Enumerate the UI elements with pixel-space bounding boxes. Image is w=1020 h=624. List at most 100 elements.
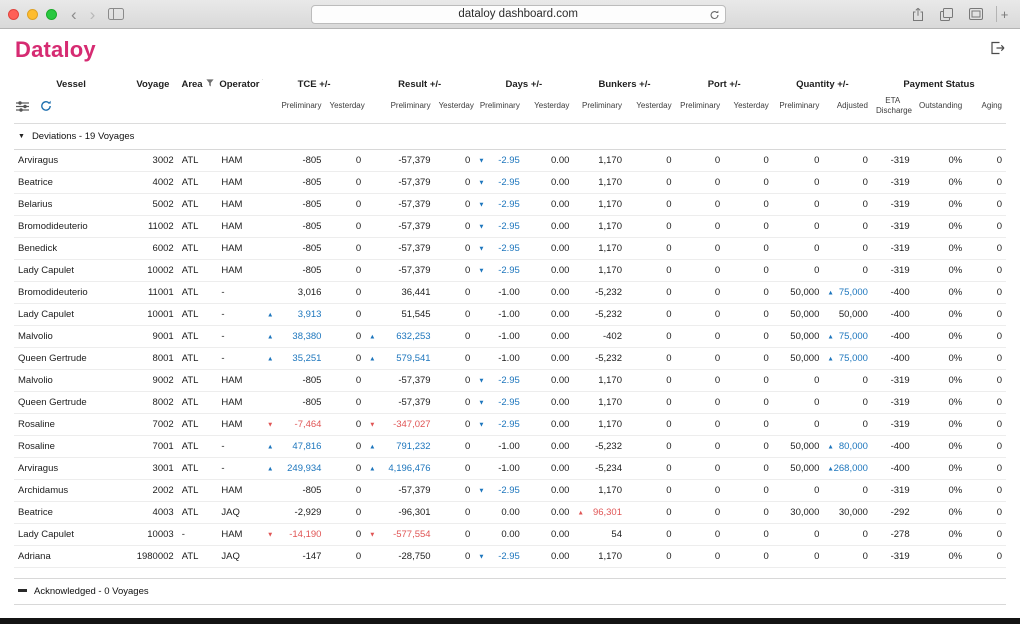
cell-tce-yesterday: 0 [325, 348, 365, 370]
column-subheader-row: Preliminary Yesterday Preliminary Yester… [14, 94, 1006, 124]
subheader-result-yesterday[interactable]: Yesterday [435, 94, 475, 124]
sidebar-toggle-icon[interactable] [105, 8, 127, 20]
col-header-area-label: Area [181, 79, 202, 90]
new-tab-icon[interactable]: + [996, 6, 1012, 22]
table-row[interactable]: Rosaline7001ATL-▲47,8160▲791,2320-1.000.… [14, 436, 1006, 458]
tab-overview-icon[interactable] [966, 8, 986, 20]
subheader-bunkers-yesterday[interactable]: Yesterday [626, 94, 676, 124]
reload-icon[interactable] [709, 9, 720, 24]
cell-value: 0% [948, 177, 962, 188]
cell-result-yesterday: 0 [435, 502, 475, 524]
cell-operator: HAM [217, 480, 263, 502]
cell-value: ATL [182, 507, 199, 518]
table-tools [14, 94, 263, 124]
table-row[interactable]: Rosaline7002ATLHAM▼-7,4640▼-347,0270▼-2.… [14, 414, 1006, 436]
table-row[interactable]: Arviragus3001ATL-▲249,9340▲4,196,4760-1.… [14, 458, 1006, 480]
table-row[interactable]: Queen Gertrude8002ATLHAM-8050-57,3790▼-2… [14, 392, 1006, 414]
table-row[interactable]: Archidamus2002ATLHAM-8050-57,3790▼-2.950… [14, 480, 1006, 502]
subheader-bunkers-preliminary[interactable]: Preliminary [573, 94, 626, 124]
cell-value: 0 [863, 155, 868, 166]
subheader-tce-preliminary[interactable]: Preliminary [263, 94, 325, 124]
table-row[interactable]: Queen Gertrude8001ATL-▲35,2510▲579,5410-… [14, 348, 1006, 370]
subheader-tce-yesterday[interactable]: Yesterday [325, 94, 365, 124]
subheader-outstanding[interactable]: Outstanding [914, 94, 967, 124]
section-header-deviations[interactable]: ▼Deviations - 19 Voyages [14, 124, 1006, 150]
zoom-window-button[interactable] [46, 9, 57, 20]
table-row[interactable]: Belarius5002ATLHAM-8050-57,3790▼-2.950.0… [14, 194, 1006, 216]
col-header-voyage[interactable]: Voyage [128, 71, 178, 94]
cell-bunkers-yesterday: 0 [626, 238, 676, 260]
cell-value: -805 [302, 177, 321, 188]
filter-icon[interactable] [262, 79, 263, 90]
subheader-days-yesterday[interactable]: Yesterday [524, 94, 574, 124]
cell-port-preliminary: 0 [676, 392, 725, 414]
cell-value: Archidamus [18, 485, 68, 496]
address-bar[interactable]: dataloy dashboard.com [311, 5, 726, 24]
subheader-result-preliminary[interactable]: Preliminary [365, 94, 434, 124]
cell-operator: - [217, 436, 263, 458]
cell-outstanding: 0% [914, 304, 967, 326]
cell-aging: 0 [966, 436, 1006, 458]
cell-value: 0 [666, 155, 671, 166]
table-row[interactable]: Beatrice4002ATLHAM-8050-57,3790▼-2.950.0… [14, 172, 1006, 194]
sign-out-icon[interactable] [990, 41, 1005, 60]
subheader-days-preliminary[interactable]: Preliminary [474, 94, 524, 124]
col-header-payment-status[interactable]: Payment Status [872, 71, 1006, 94]
table-row[interactable]: Arviragus3002ATLHAM-8050-57,3790▼-2.950.… [14, 150, 1006, 172]
minimize-window-button[interactable] [27, 9, 38, 20]
col-header-bunkers[interactable]: Bunkers +/- [573, 71, 675, 94]
cell-value: JAQ [221, 507, 239, 518]
col-header-operator[interactable]: Operator [217, 71, 263, 94]
subheader-eta-discharge[interactable]: ETA Discharge [872, 94, 914, 124]
cell-quantity-adjusted: ▲268,000 [823, 458, 872, 480]
close-window-button[interactable] [8, 9, 19, 20]
cell-value: 0 [465, 375, 470, 386]
cell-port-preliminary: 0 [676, 546, 725, 568]
subheader-quantity-preliminary[interactable]: Preliminary [773, 94, 824, 124]
table-row[interactable]: Bromodideuterio11002ATLHAM-8050-57,3790▼… [14, 216, 1006, 238]
section-header-acknowledged[interactable]: Acknowledged - 0 Voyages [14, 578, 1006, 605]
col-header-tce[interactable]: TCE +/- [263, 71, 365, 94]
subheader-port-yesterday[interactable]: Yesterday [724, 94, 773, 124]
cell-result-preliminary: -57,379 [365, 392, 434, 414]
pages-icon[interactable] [937, 8, 956, 21]
cell-result-yesterday: 0 [435, 172, 475, 194]
table-row[interactable]: Adriana1980002ATLJAQ-1470-28,7500▼-2.950… [14, 546, 1006, 568]
cell-value: Bromodideuterio [18, 221, 88, 232]
col-header-area[interactable]: Area [178, 71, 218, 94]
col-header-days[interactable]: Days +/- [474, 71, 573, 94]
cell-tce-yesterday: 0 [325, 260, 365, 282]
subheader-port-preliminary[interactable]: Preliminary [676, 94, 725, 124]
cell-value: 0 [814, 243, 819, 254]
cell-tce-yesterday: 0 [325, 524, 365, 546]
table-row[interactable]: Malvolio9002ATLHAM-8050-57,3790▼-2.950.0… [14, 370, 1006, 392]
cell-value: ATL [182, 441, 199, 452]
subheader-quantity-adjusted[interactable]: Adjusted [823, 94, 872, 124]
cell-value: 3001 [153, 463, 174, 474]
table-row[interactable]: Benedick6002ATLHAM-8050-57,3790▼-2.950.0… [14, 238, 1006, 260]
table-row[interactable]: Beatrice4003ATLJAQ-2,9290-96,30100.000.0… [14, 502, 1006, 524]
table-row[interactable]: Bromodideuterio11001ATL-3,016036,4410-1.… [14, 282, 1006, 304]
col-header-port[interactable]: Port +/- [676, 71, 773, 94]
cell-value: 0 [715, 243, 720, 254]
cell-days-preliminary: ▼-2.95 [474, 260, 524, 282]
table-row[interactable]: Malvolio9001ATL-▲38,3800▲632,2530-1.000.… [14, 326, 1006, 348]
table-row[interactable]: Lady Capulet10002ATLHAM-8050-57,3790▼-2.… [14, 260, 1006, 282]
refresh-icon[interactable] [40, 100, 52, 112]
column-settings-icon[interactable] [16, 101, 29, 112]
forward-button[interactable]: › [87, 6, 99, 23]
filter-icon[interactable] [206, 79, 214, 90]
subheader-aging[interactable]: Aging [966, 94, 1006, 124]
table-row[interactable]: Lady Capulet10001ATL-▲3,913051,5450-1.00… [14, 304, 1006, 326]
table-row[interactable]: Lady Capulet10003-HAM▼-14,1900▼-577,5540… [14, 524, 1006, 546]
cell-value: 2002 [153, 485, 174, 496]
col-header-result[interactable]: Result +/- [365, 71, 474, 94]
cell-value: -319 [891, 419, 910, 430]
cell-value: 50,000 [790, 463, 819, 474]
col-header-quantity[interactable]: Quantity +/- [773, 71, 872, 94]
share-icon[interactable] [909, 7, 927, 22]
col-header-vessel[interactable]: Vessel [14, 71, 128, 94]
back-button[interactable]: ‹ [68, 6, 80, 23]
cell-value: 4003 [153, 507, 174, 518]
cell-value: -319 [891, 485, 910, 496]
